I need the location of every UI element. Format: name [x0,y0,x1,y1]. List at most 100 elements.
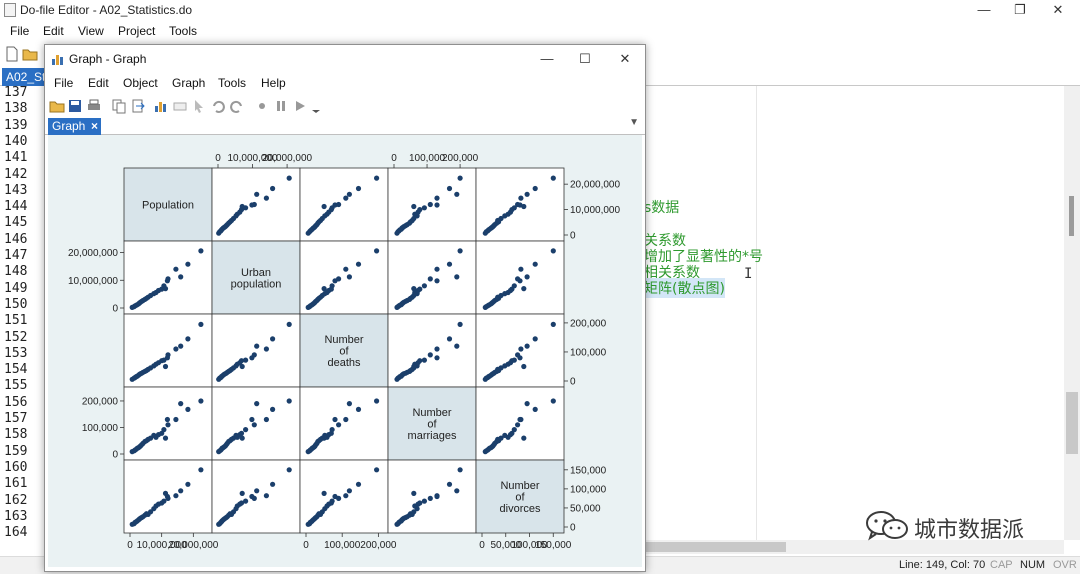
y-tick-label: 200,000 [570,318,607,329]
menu-help[interactable]: Help [261,76,286,90]
matrix-cell [475,386,565,461]
undo-icon[interactable] [210,98,226,114]
scatter-point [198,398,204,404]
menu-project[interactable]: Project [118,24,155,38]
scatter-point [343,416,349,423]
menu-edit[interactable]: Edit [43,24,64,38]
scatter-point [417,358,423,364]
scatter-point [238,430,245,436]
scatter-point [173,266,179,272]
menu-view[interactable]: View [78,24,104,38]
graph-title-bar: Graph - Graph — ☐ ✕ [45,45,645,73]
scatter-point [411,286,417,292]
scatter-point [263,195,269,201]
graph-toolbar [45,95,645,117]
scatter-point [417,500,423,506]
y-tick-label: 0 [570,523,576,534]
caps-indicator: CAP [990,559,1013,571]
close-icon[interactable]: ✕ [607,50,643,68]
line-number: 152 [4,329,28,345]
rename-icon[interactable] [172,98,188,114]
redo-icon[interactable] [229,98,245,114]
scatter-point [263,346,269,352]
scatter-point [446,481,453,487]
scatter-point [411,363,417,370]
scatter-point [346,401,352,407]
y-tick-label: 10,000,000 [68,276,118,287]
scatter-point [270,185,276,192]
menu-tools[interactable]: Tools [169,24,197,38]
scatter-point [254,191,260,197]
line-number: 141 [4,150,28,166]
menu-object[interactable]: Object [123,76,158,90]
vertical-scroll-thumb[interactable] [1066,392,1078,454]
matrix-cell [211,313,301,388]
scatter-point [511,357,517,363]
line-number: 139 [4,117,28,133]
scatter-point [185,406,191,412]
tab-graph[interactable]: Graph × [48,118,101,135]
minimize-icon[interactable]: — [966,1,1002,19]
dropdown-icon[interactable] [308,98,324,114]
export-icon[interactable] [130,98,146,114]
scatter-point [434,195,440,201]
print-icon[interactable] [86,98,102,114]
scatter-point [532,261,538,267]
restore-icon[interactable]: ❐ [1002,1,1038,19]
line-number: 144 [4,199,28,215]
code-comment-line-149-selected[interactable]: 矩阵(散点图) [644,278,725,298]
matrix-cell [123,313,213,388]
scatter-point [185,336,191,342]
menu-graph[interactable]: Graph [172,76,205,90]
tab-do-file[interactable]: A02_St [2,68,46,86]
minimize-icon[interactable]: — [529,50,565,68]
graph-window-title: Graph - Graph [69,52,147,66]
scatter-point [286,321,292,327]
open-folder-icon[interactable] [22,46,38,62]
matrix-cell [475,313,565,388]
open-icon[interactable] [49,98,65,114]
editor-vertical-scrollbar[interactable] [1064,86,1080,540]
scatter-point [249,416,255,423]
pointer-icon[interactable] [191,98,207,114]
editor-guide-line [756,86,757,540]
num-indicator: NUM [1020,559,1046,571]
scatter-point [173,346,179,352]
menu-file[interactable]: File [10,24,29,38]
new-file-icon[interactable] [4,46,20,62]
maximize-icon[interactable]: ☐ [567,50,603,68]
record-icon[interactable] [254,98,270,114]
x-tick-label: 20,000,000 [168,540,218,551]
scatter-point [178,343,184,349]
scatter-point [336,276,342,282]
close-icon[interactable]: ✕ [1040,1,1076,19]
menu-edit[interactable]: Edit [88,76,109,90]
code-comment-line-144[interactable]: s数据 [644,197,679,217]
save-icon[interactable] [67,98,83,114]
copy-icon[interactable] [111,98,127,114]
scatter-point [254,488,260,494]
pause-icon[interactable] [273,98,289,114]
text-cursor-icon: I [744,266,753,282]
scatter-point [329,283,335,289]
scatter-point [263,493,269,499]
x-tick-label: 200,000 [442,153,479,164]
horizontal-scroll-thumb[interactable] [646,542,786,552]
chart-editor-icon[interactable] [153,98,169,114]
graph-canvas: Population Urban population Number of deaths N… [48,135,642,567]
menu-file[interactable]: File [54,76,73,90]
scatter-point [374,175,380,181]
play-icon[interactable] [292,98,308,114]
x-tick-label: 0 [303,540,309,551]
editor-title-bar: Do-file Editor - A02_Statistics.do — ❐ ✕ [0,0,1080,20]
tab-list-chevron-icon[interactable]: ▼ [629,117,639,128]
variable-label: Urban [241,267,271,279]
tab-close-icon[interactable]: × [91,119,98,133]
x-tick-label: 100,000 [409,153,446,164]
scatter-point [550,175,556,181]
scatter-point [343,493,349,499]
scatter-point [243,357,249,363]
scatter-point [165,495,171,501]
menu-tools[interactable]: Tools [218,76,246,90]
scatter-point [243,498,249,504]
